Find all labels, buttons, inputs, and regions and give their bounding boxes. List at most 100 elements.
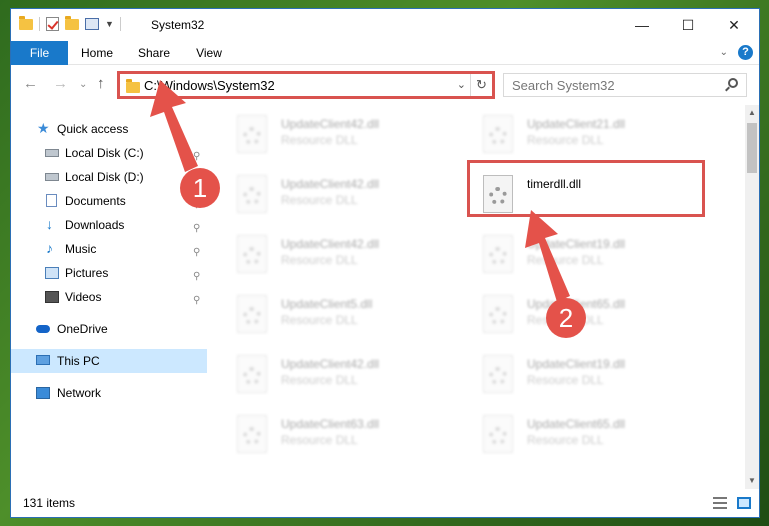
- nav-item-label: Videos: [65, 290, 102, 304]
- step-badge-1: 1: [180, 168, 220, 208]
- file-type: Resource DLL: [281, 133, 358, 147]
- file-tile[interactable]: UpdateClient21.dll Resource DLL: [453, 109, 683, 161]
- ribbon-tabs: File Home Share View ⌄ ?: [11, 41, 759, 65]
- file-tile[interactable]: UpdateClient42.dll Resource DLL: [207, 229, 437, 281]
- file-name: UpdateClient19.dll: [527, 237, 626, 251]
- star-icon: ★: [37, 120, 50, 136]
- up-arrow-icon[interactable]: ↑: [97, 75, 105, 92]
- pin-icon[interactable]: ⚲: [193, 289, 200, 313]
- file-type: Resource DLL: [281, 313, 358, 327]
- file-name: UpdateClient42.dll: [281, 177, 380, 191]
- file-tile[interactable]: UpdateClient19.dll Resource DLL: [453, 349, 683, 401]
- nav-item-label: Local Disk (C:): [65, 146, 144, 160]
- help-icon[interactable]: ?: [738, 45, 753, 60]
- tab-home[interactable]: Home: [73, 41, 121, 65]
- download-icon: ↓: [46, 216, 53, 232]
- dll-file-icon: [483, 115, 513, 153]
- vertical-scrollbar[interactable]: ▲ ▼: [745, 105, 759, 489]
- nav-item-local-disk-d[interactable]: Local Disk (D:): [11, 165, 207, 189]
- nav-item-label: This PC: [57, 354, 100, 368]
- tab-view[interactable]: View: [187, 41, 231, 65]
- videos-icon: [45, 291, 59, 303]
- expand-ribbon-chevron-icon[interactable]: ⌄: [720, 47, 728, 58]
- nav-item-local-disk-c[interactable]: Local Disk (C:) ⚲: [11, 141, 207, 165]
- nav-item-documents[interactable]: Documents ⚲: [11, 189, 207, 213]
- dll-file-icon: [483, 235, 513, 273]
- toolbar-separator: [39, 17, 40, 31]
- nav-item-network[interactable]: Network: [11, 381, 207, 405]
- music-icon: ♪: [46, 240, 53, 256]
- search-box[interactable]: [503, 73, 747, 97]
- dll-file-icon: [237, 235, 267, 273]
- nav-item-downloads[interactable]: ↓ Downloads ⚲: [11, 213, 207, 237]
- file-name: UpdateClient63.dll: [281, 417, 380, 431]
- network-icon: [36, 387, 50, 399]
- nav-item-music[interactable]: ♪ Music ⚲: [11, 237, 207, 261]
- recent-locations-chevron-icon[interactable]: ⌄: [79, 79, 87, 90]
- dll-file-icon: [237, 115, 267, 153]
- nav-item-quick-access[interactable]: ★ Quick access: [11, 117, 207, 141]
- file-type: Resource DLL: [281, 193, 358, 207]
- chevron-down-icon[interactable]: ▼: [105, 19, 114, 29]
- file-tile[interactable]: UpdateClient42.dll Resource DLL: [207, 349, 437, 401]
- file-name: UpdateClient19.dll: [527, 357, 626, 371]
- nav-item-this-pc[interactable]: This PC: [11, 349, 207, 373]
- dll-file-icon: [483, 355, 513, 393]
- item-count: 131 items: [23, 496, 76, 510]
- file-tile[interactable]: UpdateClient19.dll Resource DLL: [453, 229, 683, 281]
- file-tile[interactable]: UpdateClient5.dll Resource DLL: [207, 289, 437, 341]
- toolbar-separator: [119, 17, 121, 31]
- search-icon[interactable]: [728, 78, 738, 88]
- file-type: Resource DLL: [281, 373, 358, 387]
- step-badge-2: 2: [546, 298, 586, 338]
- tab-share[interactable]: Share: [131, 41, 177, 65]
- search-input[interactable]: [504, 74, 714, 96]
- file-name: UpdateClient65.dll: [527, 417, 626, 431]
- minimize-button[interactable]: —: [619, 9, 665, 41]
- quick-access-toolbar: ▼: [19, 15, 121, 31]
- scroll-down-arrow-icon[interactable]: ▼: [745, 473, 759, 489]
- nav-item-label: Documents: [65, 194, 126, 208]
- nav-item-label: Network: [57, 386, 102, 400]
- dll-file-icon: [237, 415, 267, 453]
- file-type: Resource DLL: [527, 373, 604, 387]
- forward-arrow-icon[interactable]: →: [53, 75, 68, 92]
- nav-item-onedrive[interactable]: OneDrive: [11, 317, 207, 341]
- file-type: Resource DLL: [527, 133, 604, 147]
- new-folder-icon[interactable]: [65, 15, 79, 30]
- file-tile[interactable]: UpdateClient65.dll Resource DLL: [453, 409, 683, 461]
- document-icon: [46, 194, 57, 207]
- file-name: UpdateClient42.dll: [281, 237, 380, 251]
- pictures-icon: [45, 267, 59, 279]
- nav-item-label: Local Disk (D:): [65, 170, 144, 184]
- file-name: UpdateClient42.dll: [281, 117, 380, 131]
- pc-icon: [36, 355, 50, 365]
- nav-item-pictures[interactable]: Pictures ⚲: [11, 261, 207, 285]
- title-bar: ▼ System32 — ☐ ✕: [11, 9, 759, 41]
- properties-icon[interactable]: [85, 18, 99, 30]
- nav-item-videos[interactable]: Videos ⚲: [11, 285, 207, 309]
- disk-icon: [45, 149, 59, 157]
- explorer-window: ▼ System32 — ☐ ✕ File Home Share View ⌄ …: [10, 8, 760, 518]
- file-tile[interactable]: UpdateClient42.dll Resource DLL: [207, 169, 437, 221]
- file-tile[interactable]: UpdateClient42.dll Resource DLL: [207, 109, 437, 161]
- tab-file[interactable]: File: [11, 41, 68, 65]
- back-arrow-icon[interactable]: ←: [23, 75, 38, 92]
- dll-file-icon: [483, 415, 513, 453]
- file-name: UpdateClient5.dll: [281, 297, 373, 311]
- nav-item-label: Quick access: [57, 122, 129, 136]
- file-name: UpdateClient21.dll: [527, 117, 626, 131]
- maximize-button[interactable]: ☐: [665, 9, 711, 41]
- onedrive-icon: [36, 325, 50, 333]
- large-icons-view-icon[interactable]: [737, 497, 751, 509]
- file-tile[interactable]: UpdateClient63.dll Resource DLL: [207, 409, 437, 461]
- details-view-icon[interactable]: [713, 497, 727, 509]
- close-button[interactable]: ✕: [711, 9, 757, 41]
- address-bar-highlight: [117, 71, 495, 99]
- nav-item-label: Pictures: [65, 266, 109, 280]
- scroll-up-arrow-icon[interactable]: ▲: [745, 105, 759, 121]
- checkmark-properties-icon[interactable]: [46, 17, 59, 31]
- nav-item-label: Music: [65, 242, 97, 256]
- file-type: Resource DLL: [281, 253, 358, 267]
- scrollbar-thumb[interactable]: [747, 123, 757, 173]
